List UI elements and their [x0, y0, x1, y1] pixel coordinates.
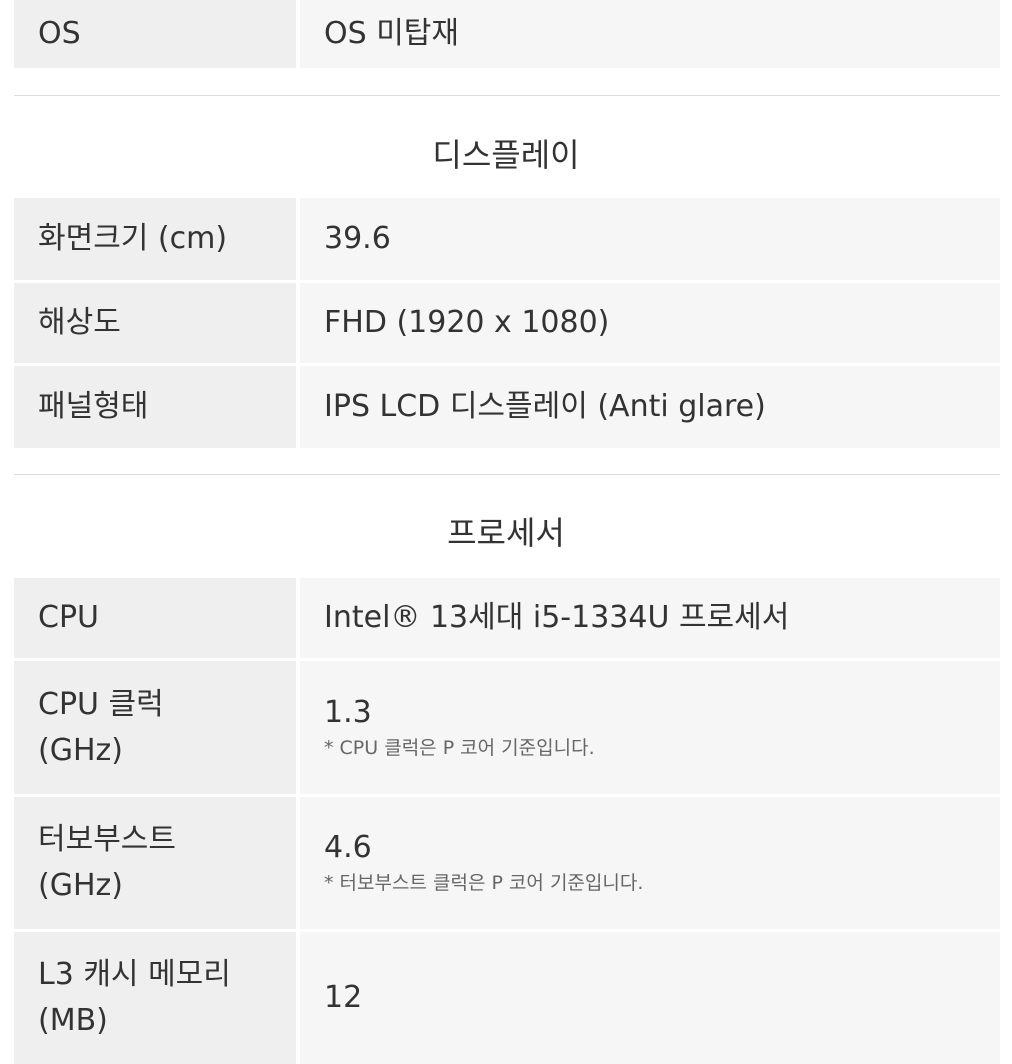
- label-unit: (GHz): [38, 732, 123, 768]
- spec-row: 화면크기 (cm) 39.6: [14, 198, 1000, 280]
- spec-row: L3 캐시 메모리 (MB) 12: [14, 932, 1000, 1064]
- spec-label: 해상도: [14, 283, 296, 363]
- spec-row: 해상도 FHD (1920 x 1080): [14, 283, 1000, 363]
- section-title-processor: 프로세서: [447, 514, 565, 552]
- spec-value: 39.6: [300, 198, 1000, 280]
- spec-label: CPU 클럭 (GHz): [14, 661, 296, 794]
- spec-label: L3 캐시 메모리 (MB): [14, 932, 296, 1064]
- label-line: L3 캐시 메모리: [38, 957, 231, 992]
- spec-row: 터보부스트 (GHz) 4.6 * 터보부스트 클럭은 P 코어 기준입니다.: [14, 797, 1000, 929]
- label-unit: (MB): [38, 1003, 108, 1038]
- spec-row: CPU 클럭 (GHz) 1.3 * CPU 클럭은 P 코어 기준입니다.: [14, 661, 1000, 794]
- spec-value: FHD (1920 x 1080): [300, 283, 1000, 363]
- spec-value: IPS LCD 디스플레이 (Anti glare): [300, 366, 1000, 448]
- spec-row: CPU Intel® 13세대 i5-1334U 프로세서: [14, 578, 1000, 658]
- spec-row: 패널형태 IPS LCD 디스플레이 (Anti glare): [14, 366, 1000, 448]
- spec-label: 화면크기 (cm): [14, 198, 296, 280]
- label-unit: (GHz): [38, 868, 123, 903]
- value-text: 1.3: [324, 694, 372, 730]
- value-text: 4.6: [324, 830, 372, 865]
- section-title-display: 디스플레이: [432, 136, 580, 174]
- spec-row-os: OS OS 미탑재: [14, 0, 1000, 68]
- value-note: * 터보부스트 클럭은 P 코어 기준입니다.: [324, 872, 644, 894]
- spec-value: 12: [300, 932, 1000, 1064]
- spec-label: 패널형태: [14, 366, 296, 448]
- spec-value: 4.6 * 터보부스트 클럭은 P 코어 기준입니다.: [300, 797, 1000, 929]
- spec-value: OS 미탑재: [300, 0, 1000, 68]
- spec-value: 1.3 * CPU 클럭은 P 코어 기준입니다.: [300, 661, 1000, 794]
- spec-value: Intel® 13세대 i5-1334U 프로세서: [300, 578, 1000, 658]
- spec-label: OS: [14, 0, 296, 68]
- label-line: 터보부스트: [38, 822, 176, 857]
- spec-label: 터보부스트 (GHz): [14, 797, 296, 929]
- divider: [14, 474, 1000, 475]
- spec-label: CPU: [14, 578, 296, 658]
- label-line: CPU 클럭: [38, 686, 164, 722]
- value-note: * CPU 클럭은 P 코어 기준입니다.: [324, 736, 595, 759]
- divider: [14, 95, 1000, 96]
